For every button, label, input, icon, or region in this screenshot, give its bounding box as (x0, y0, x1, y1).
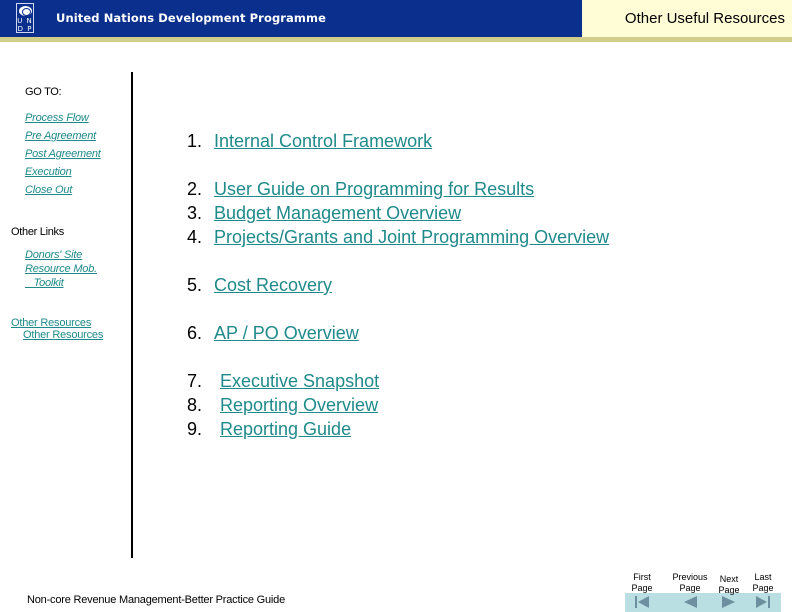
item-number: 5. (187, 275, 203, 295)
other-links-label: Other Links (11, 226, 64, 238)
item-number: 4. (187, 227, 203, 247)
resource-item: 1. Internal Control Framework (187, 130, 432, 152)
resource-item: 5. Cost Recovery (187, 274, 332, 296)
last-page-icon (756, 596, 770, 608)
sidebar-link-execution[interactable]: Execution (25, 166, 72, 179)
first-page-label: First Page (631, 572, 653, 593)
section-title-box: Other Useful Resources (582, 0, 792, 37)
sidebar-link-toolkit[interactable]: Toolkit (25, 277, 64, 290)
link-budget-management-overview[interactable]: Budget Management Overview (214, 203, 461, 223)
resource-item: 3. Budget Management Overview (187, 202, 461, 224)
link-cost-recovery[interactable]: Cost Recovery (214, 275, 332, 295)
un-emblem-icon (19, 6, 32, 16)
first-page-icon (635, 596, 649, 608)
last-page-button[interactable]: Last Page (743, 572, 783, 612)
sidebar-link-process-flow[interactable]: Process Flow (25, 112, 89, 125)
header-accent-strip (0, 37, 792, 42)
link-internal-control-framework[interactable]: Internal Control Framework (214, 131, 432, 151)
organization-name: United Nations Development Programme (56, 11, 326, 25)
resource-item: 2. User Guide on Programming for Results (187, 178, 534, 200)
resource-item: 4. Projects/Grants and Joint Programming … (187, 226, 609, 248)
undp-logo-icon: U N D P (16, 3, 34, 33)
resource-item: 7. Executive Snapshot (187, 370, 379, 392)
previous-page-icon (684, 596, 697, 608)
item-number: 7. (187, 371, 203, 391)
item-number: 8. (187, 395, 203, 415)
resource-item: 9. Reporting Guide (187, 418, 351, 440)
item-number: 1. (187, 131, 203, 151)
logo-letters: U N D P (17, 17, 33, 33)
link-executive-snapshot[interactable]: Executive Snapshot (220, 371, 379, 391)
link-reporting-guide[interactable]: Reporting Guide (220, 419, 351, 439)
footer-title: Non-core Revenue Management-Better Pract… (27, 594, 286, 606)
first-page-button[interactable]: First Page (622, 572, 662, 612)
goto-label: GO TO: (25, 86, 62, 98)
sidebar-link-donors-site[interactable]: Donors' Site (25, 249, 82, 262)
sidebar-link-resource-mob[interactable]: Resource Mob. (25, 263, 97, 276)
last-page-label: Last Page (752, 572, 774, 593)
link-reporting-overview[interactable]: Reporting Overview (220, 395, 378, 415)
vertical-divider (131, 72, 133, 558)
sidebar-link-post-agreement[interactable]: Post Agreement (25, 148, 101, 161)
sidebar-link-other-resources-2[interactable]: Other Resources (23, 329, 103, 342)
link-projects-grants-overview[interactable]: Projects/Grants and Joint Programming Ov… (214, 227, 609, 247)
item-number: 6. (187, 323, 203, 343)
item-number: 9. (187, 419, 203, 439)
link-user-guide-programming[interactable]: User Guide on Programming for Results (214, 179, 534, 199)
previous-page-label: Previous Page (672, 572, 708, 593)
previous-page-button[interactable]: Previous Page (668, 572, 712, 612)
sidebar-link-close-out[interactable]: Close Out (25, 184, 72, 197)
link-ap-po-overview[interactable]: AP / PO Overview (214, 323, 359, 343)
section-title: Other Useful Resources (624, 10, 785, 27)
item-number: 2. (187, 179, 203, 199)
item-number: 3. (187, 203, 203, 223)
resource-item: 8. Reporting Overview (187, 394, 378, 416)
resource-item: 6. AP / PO Overview (187, 322, 359, 344)
sidebar-link-pre-agreement[interactable]: Pre Agreement (25, 130, 96, 143)
next-page-icon (722, 596, 735, 608)
